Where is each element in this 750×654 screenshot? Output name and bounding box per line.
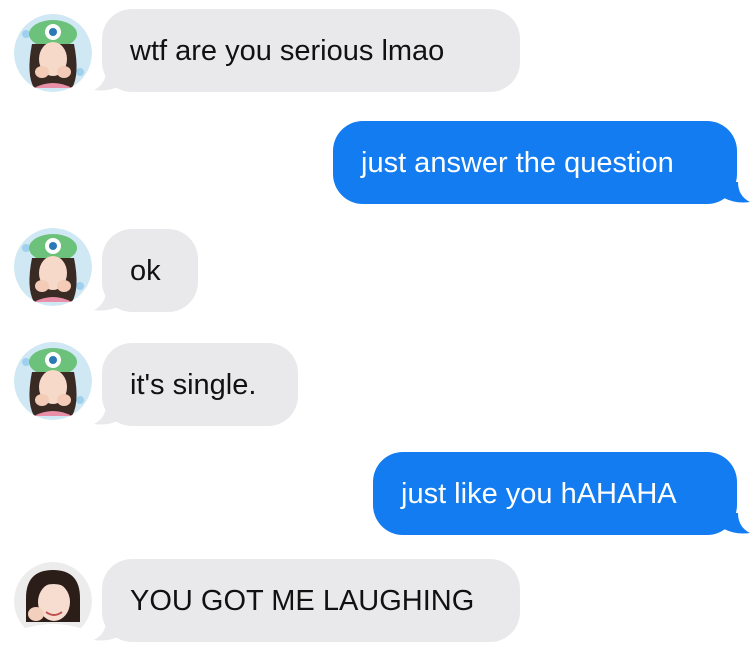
green-monster-hat-avatar-icon[interactable]: [14, 228, 92, 306]
message-bubble-incoming[interactable]: YOU GOT ME LAUGHING: [102, 559, 520, 642]
message-text: ok: [130, 254, 161, 287]
message-text: wtf are you serious lmao: [130, 34, 445, 67]
message-bubble-incoming[interactable]: ok: [102, 229, 198, 312]
girl-avatar-icon[interactable]: [14, 562, 92, 640]
bubble-tail: [724, 513, 750, 534]
message-bubble-outgoing[interactable]: just like you hAHAHA: [373, 452, 737, 535]
message-text: YOU GOT ME LAUGHING: [130, 584, 475, 617]
message-bubble-incoming[interactable]: it's single.: [102, 343, 298, 426]
green-monster-hat-avatar-icon[interactable]: [14, 14, 92, 92]
message-bubble-incoming[interactable]: wtf are you serious lmao: [102, 9, 520, 92]
bubble-tail: [724, 182, 750, 203]
message-text: it's single.: [130, 368, 257, 401]
message-text: just like you hAHAHA: [401, 477, 677, 510]
message-bubble-outgoing[interactable]: just answer the question: [333, 121, 737, 204]
green-monster-hat-avatar-icon[interactable]: [14, 342, 92, 420]
message-text: just answer the question: [361, 146, 674, 179]
message-thread: wtf are you serious lmao just answer the…: [0, 0, 750, 654]
